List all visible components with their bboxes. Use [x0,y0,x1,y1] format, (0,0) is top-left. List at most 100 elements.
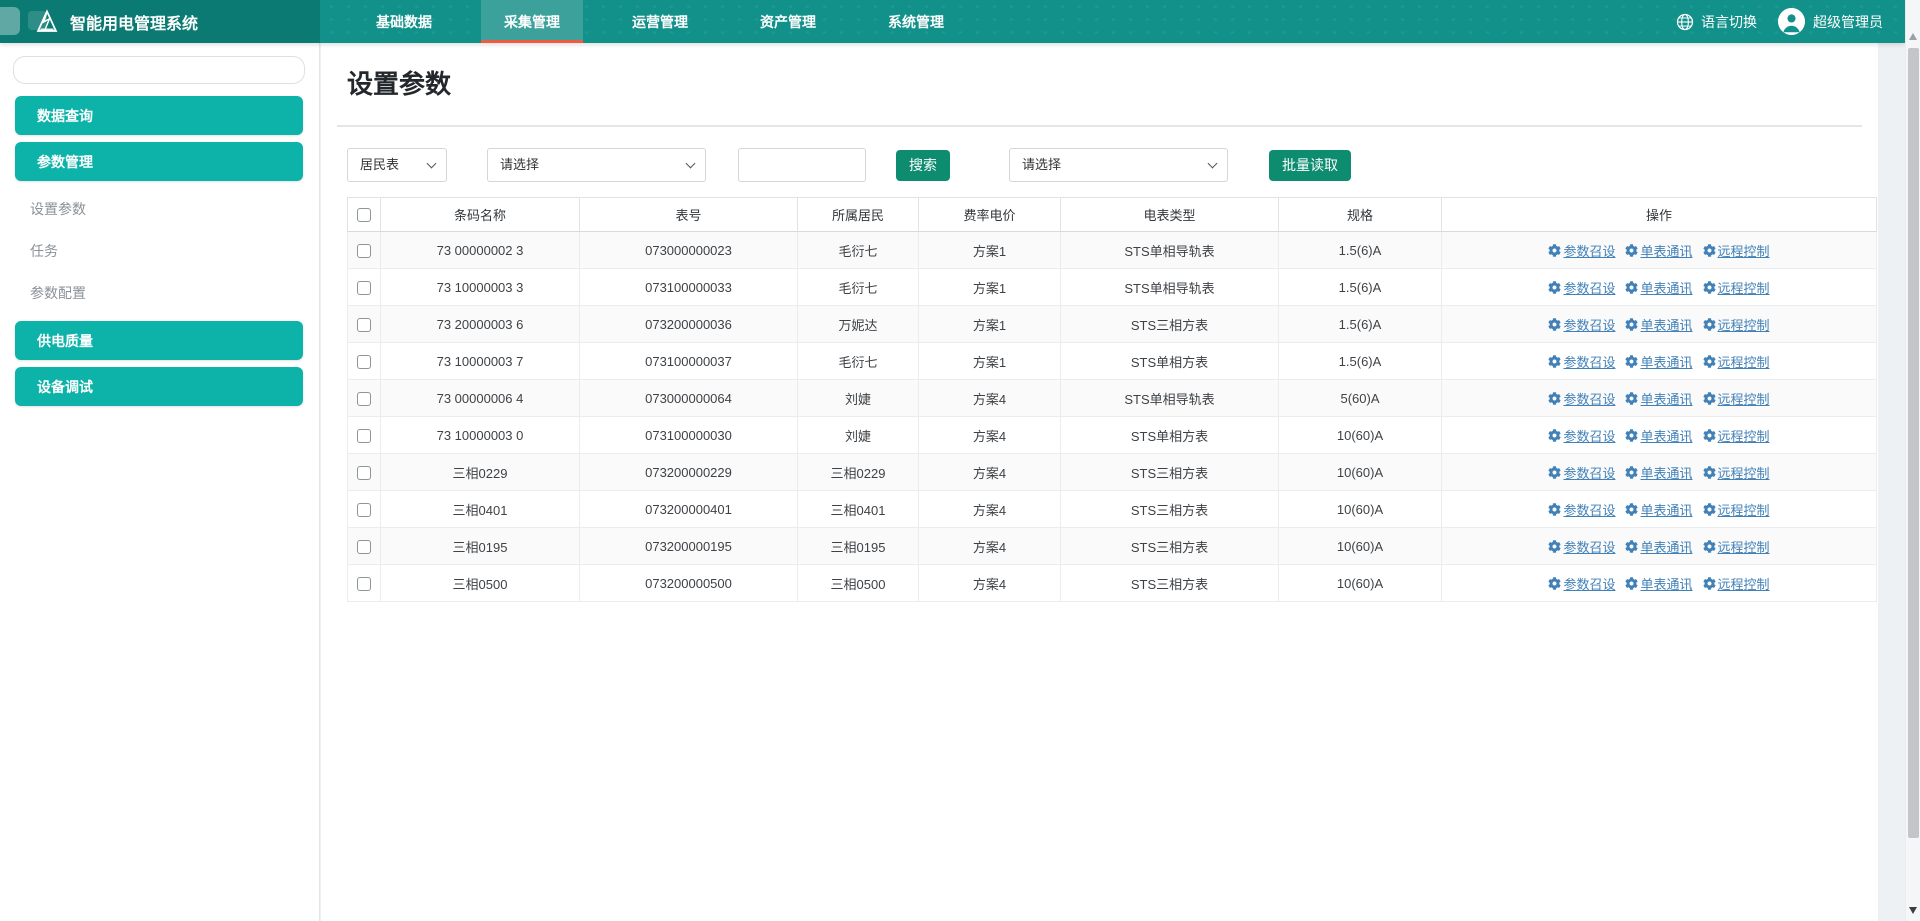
row-checkbox[interactable] [357,355,371,369]
search-button[interactable]: 搜索 [896,150,950,181]
row-checkbox[interactable] [357,577,371,591]
action-link-参数召设[interactable]: 参数召设 [1548,463,1615,482]
spec-cell: 1.5(6)A [1279,306,1442,343]
gear-icon [1625,244,1638,257]
sidebar-item-参数管理[interactable]: 参数管理 [15,142,303,181]
language-switch[interactable]: 语言切换 [1701,12,1757,32]
action-link-单表通讯[interactable]: 单表通讯 [1625,389,1692,408]
row-checkbox[interactable] [357,244,371,258]
sidebar-search-input[interactable] [13,56,305,84]
scroll-up-arrow-icon[interactable] [1909,33,1917,40]
action-link-远程控制[interactable]: 远程控制 [1703,389,1770,408]
action-label: 远程控制 [1718,278,1770,297]
spec-cell: 1.5(6)A [1279,232,1442,269]
action-link-参数召设[interactable]: 参数召设 [1548,389,1615,408]
scroll-down-arrow-icon[interactable] [1909,907,1917,914]
sidebar-item-设备调试[interactable]: 设备调试 [15,367,303,406]
gear-icon [1703,466,1716,479]
action-link-单表通讯[interactable]: 单表通讯 [1625,278,1692,297]
action-label: 参数召设 [1563,315,1615,334]
action-label: 参数召设 [1563,426,1615,445]
gear-icon [1703,281,1716,294]
action-label: 参数召设 [1563,278,1615,297]
action-link-远程控制[interactable]: 远程控制 [1703,241,1770,260]
filter-select-2-value: 请选择 [1022,157,1061,172]
action-link-单表通讯[interactable]: 单表通讯 [1625,574,1692,593]
nav-item-运营管理[interactable]: 运营管理 [609,0,711,43]
action-link-远程控制[interactable]: 远程控制 [1703,537,1770,556]
action-link-单表通讯[interactable]: 单表通讯 [1625,352,1692,371]
filter-select-1[interactable]: 请选择 [487,148,706,182]
batch-read-button[interactable]: 批量读取 [1269,150,1351,181]
nav-item-采集管理[interactable]: 采集管理 [481,0,583,43]
action-link-参数召设[interactable]: 参数召设 [1548,278,1615,297]
action-link-参数召设[interactable]: 参数召设 [1548,574,1615,593]
chevron-down-icon [427,159,437,169]
nav-item-资产管理[interactable]: 资产管理 [737,0,839,43]
gear-icon [1625,540,1638,553]
barcode-name-cell: 73 00000006 4 [381,380,580,417]
sidebar-subitem-任务[interactable]: 任务 [0,230,319,272]
gear-icon [1703,540,1716,553]
action-link-远程控制[interactable]: 远程控制 [1703,352,1770,371]
meters-table: 条码名称表号所属居民费率电价电表类型规格操作 73 00000002 30730… [347,197,1877,602]
sidebar-subitem-参数配置[interactable]: 参数配置 [0,272,319,314]
gear-icon [1548,281,1561,294]
meter-no-cell: 073000000023 [580,232,798,269]
action-link-单表通讯[interactable]: 单表通讯 [1625,537,1692,556]
action-link-单表通讯[interactable]: 单表通讯 [1625,426,1692,445]
gear-icon [1703,577,1716,590]
meter-no-cell: 073200000229 [580,454,798,491]
action-link-远程控制[interactable]: 远程控制 [1703,574,1770,593]
table-row: 三相0195073200000195三相0195方案4STS三相方表10(60)… [348,528,1877,565]
action-link-参数召设[interactable]: 参数召设 [1548,241,1615,260]
sidebar-item-数据查询[interactable]: 数据查询 [15,96,303,135]
action-link-远程控制[interactable]: 远程控制 [1703,426,1770,445]
nav-item-基础数据[interactable]: 基础数据 [353,0,455,43]
action-link-参数召设[interactable]: 参数召设 [1548,537,1615,556]
table-type-select-value: 居民表 [360,157,399,172]
action-link-单表通讯[interactable]: 单表通讯 [1625,241,1692,260]
action-link-远程控制[interactable]: 远程控制 [1703,315,1770,334]
filter-select-2[interactable]: 请选择 [1009,148,1228,182]
select-all-checkbox[interactable] [357,208,371,222]
row-checkbox[interactable] [357,503,371,517]
action-link-单表通讯[interactable]: 单表通讯 [1625,500,1692,519]
action-link-远程控制[interactable]: 远程控制 [1703,463,1770,482]
action-link-参数召设[interactable]: 参数召设 [1548,352,1615,371]
sidebar-item-供电质量[interactable]: 供电质量 [15,321,303,360]
column-header-规格: 规格 [1279,198,1442,232]
scrollbar-thumb[interactable] [1908,48,1919,838]
sidebar-subitem-设置参数[interactable]: 设置参数 [0,188,319,230]
row-checkbox[interactable] [357,466,371,480]
action-link-单表通讯[interactable]: 单表通讯 [1625,315,1692,334]
row-checkbox[interactable] [357,281,371,295]
gear-icon [1625,577,1638,590]
barcode-name-cell: 三相0500 [381,565,580,602]
app-title: 智能用电管理系统 [70,10,198,34]
resident-cell: 三相0229 [798,454,919,491]
column-header-电表类型: 电表类型 [1061,198,1279,232]
keyword-input[interactable] [738,148,866,182]
table-type-select[interactable]: 居民表 [347,148,447,182]
chevron-down-icon [1208,159,1218,169]
meter-type-cell: STS三相方表 [1061,528,1279,565]
row-checkbox[interactable] [357,392,371,406]
action-link-远程控制[interactable]: 远程控制 [1703,278,1770,297]
title-divider [337,125,1862,127]
decorative-square [0,7,20,35]
action-link-单表通讯[interactable]: 单表通讯 [1625,463,1692,482]
table-row: 73 10000003 7073100000037毛衍七方案1STS单相方表1.… [348,343,1877,380]
action-link-参数召设[interactable]: 参数召设 [1548,426,1615,445]
actions-cell: 参数召设单表通讯远程控制 [1442,417,1877,454]
row-checkbox[interactable] [357,540,371,554]
row-checkbox[interactable] [357,429,371,443]
row-checkbox[interactable] [357,318,371,332]
user-menu[interactable]: 超级管理员 [1778,8,1883,35]
action-label: 参数召设 [1563,241,1615,260]
nav-item-系统管理[interactable]: 系统管理 [865,0,967,43]
action-link-远程控制[interactable]: 远程控制 [1703,500,1770,519]
action-link-参数召设[interactable]: 参数召设 [1548,315,1615,334]
tariff-cell: 方案1 [919,232,1061,269]
action-link-参数召设[interactable]: 参数召设 [1548,500,1615,519]
